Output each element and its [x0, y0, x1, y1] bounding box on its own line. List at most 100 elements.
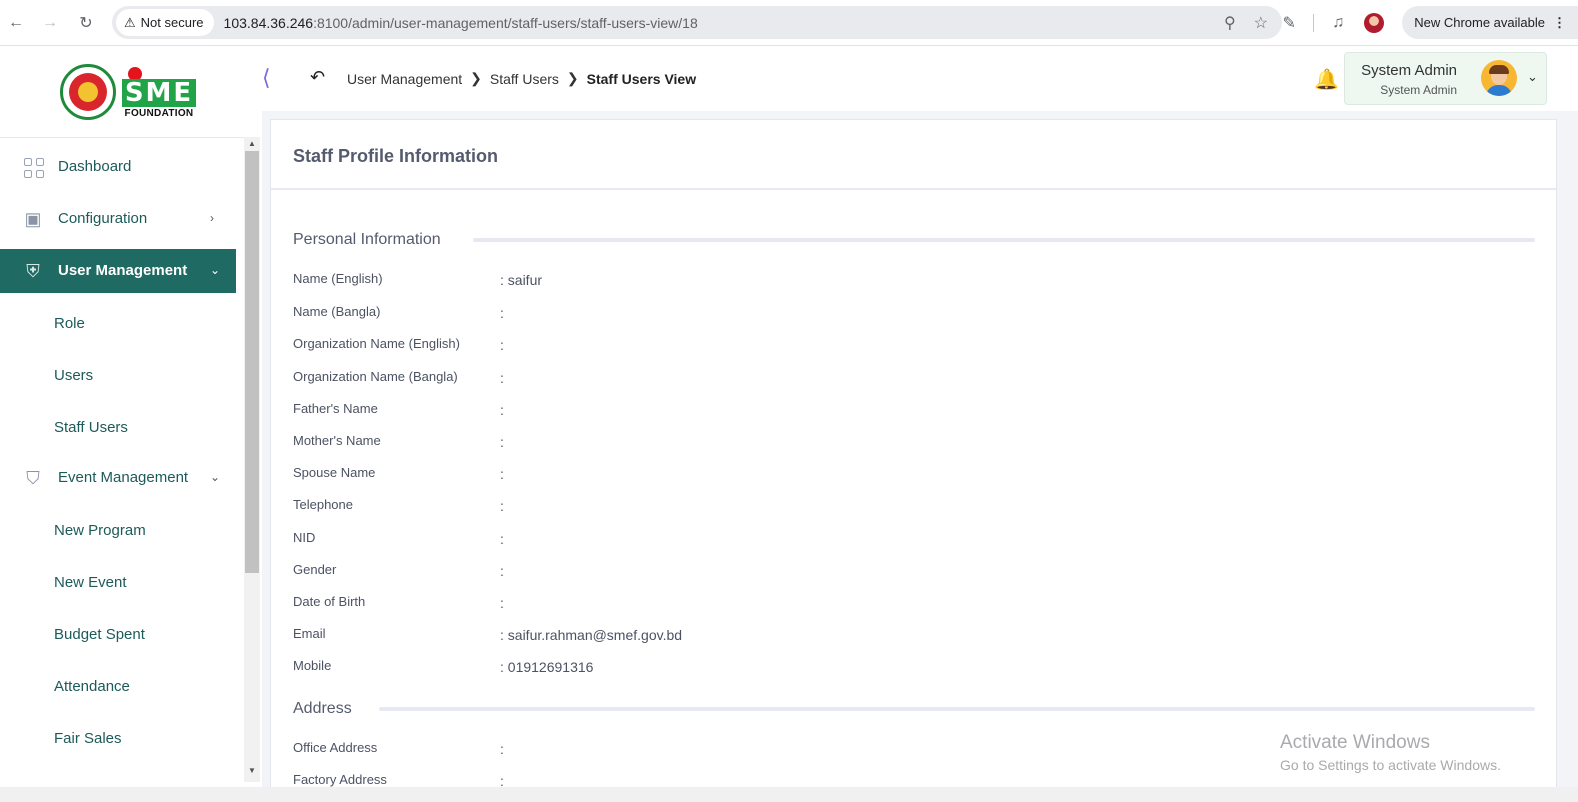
sidebar-subitem-users[interactable]: Users: [54, 367, 93, 384]
notification-bell-icon[interactable]: 🔔: [1314, 67, 1339, 92]
field-label-mobile: Mobile: [293, 658, 332, 673]
field-label-name-bangla: Name (Bangla): [293, 304, 381, 319]
field-value-email: : saifur.rahman@smef.gov.bd: [500, 627, 683, 643]
logo[interactable]: SME FOUNDATION: [60, 64, 196, 120]
field-value-org-name-bangla: :: [500, 370, 504, 386]
shield-icon: ⛨: [26, 261, 40, 281]
user-role: System Admin: [1380, 83, 1457, 97]
field-value-telephone: :: [500, 498, 504, 514]
logo-subtext: FOUNDATION: [124, 108, 194, 119]
field-label-office-address: Office Address: [293, 740, 378, 755]
sme-logo: SME FOUNDATION: [122, 67, 196, 119]
undo-back-icon[interactable]: ↶: [310, 67, 325, 88]
browser-toolbar: ← → ↻ ⚠ Not secure 103.84.36.246:8100/ad…: [0, 0, 1578, 46]
forward-arrow-icon[interactable]: →: [34, 7, 66, 39]
sidebar-subitem-new-event[interactable]: New Event: [54, 574, 127, 591]
collapse-sidebar-icon[interactable]: ⟨: [262, 65, 271, 91]
field-value-mothers-name: :: [500, 434, 504, 450]
extensions-icon[interactable]: ✎: [1271, 6, 1307, 39]
chevron-down-icon: ⌄: [210, 470, 221, 484]
breadcrumb-item-user-management[interactable]: User Management: [347, 71, 462, 87]
new-chrome-button[interactable]: New Chrome available ⋮: [1402, 6, 1578, 39]
media-control-icon[interactable]: ♫: [1320, 6, 1356, 39]
security-label: Not secure: [140, 15, 204, 30]
section-divider: [473, 238, 1535, 242]
new-chrome-label: New Chrome available: [1414, 15, 1545, 30]
sidebar-item-user-management[interactable]: ⛨ User Management ⌄: [0, 249, 236, 293]
field-label-fathers-name: Father's Name: [293, 401, 378, 416]
sidebar-subitem-staff-users[interactable]: Staff Users: [54, 419, 128, 436]
sidebar: Dashboard ▣ Configuration › ⛨ User Manag…: [0, 137, 260, 787]
field-label-nid: NID: [293, 530, 316, 545]
url-host: 103.84.36.246: [223, 14, 314, 31]
user-menu[interactable]: System Admin System Admin ⌄: [1344, 52, 1547, 105]
lock-icon: ⛉: [26, 468, 40, 488]
page-title: Staff Profile Information: [293, 146, 499, 166]
sidebar-item-label: Event Management: [58, 469, 189, 486]
horizontal-scrollbar[interactable]: [0, 787, 1578, 802]
field-value-nid: :: [500, 531, 504, 547]
field-label-factory-address: Factory Address: [293, 772, 387, 787]
scrollbar-thumb[interactable]: [245, 151, 259, 573]
sidebar-item-dashboard[interactable]: Dashboard: [0, 145, 236, 189]
field-value-gender: :: [500, 563, 504, 579]
chevron-right-icon: ❯: [470, 70, 482, 86]
kebab-menu-icon[interactable]: ⋮: [1553, 15, 1566, 31]
chevron-right-icon: ›: [210, 211, 214, 225]
app-header: SME FOUNDATION ⟨ ↶ User Management ❯ Sta…: [0, 47, 1578, 120]
field-value-name-english: : saifur: [500, 272, 543, 288]
field-value-name-bangla: :: [500, 305, 504, 321]
field-label-date-of-birth: Date of Birth: [293, 594, 366, 609]
chevron-down-icon: ⌄: [210, 263, 221, 277]
field-value-org-name-english: :: [500, 337, 504, 353]
field-label-telephone: Telephone: [293, 497, 353, 512]
sidebar-item-label: Dashboard: [58, 158, 132, 175]
field-value-mobile: : 01912691316: [500, 659, 594, 675]
government-seal-icon: [60, 64, 116, 120]
back-arrow-icon[interactable]: ←: [0, 7, 32, 39]
avatar: [1481, 60, 1517, 96]
zoom-icon[interactable]: ⚲: [1224, 13, 1236, 33]
profile-card: Staff Profile Information Personal Infor…: [270, 119, 1557, 789]
security-chip[interactable]: ⚠ Not secure: [116, 9, 214, 36]
sidebar-subitem-attendance[interactable]: Attendance: [54, 678, 130, 695]
chevron-down-icon[interactable]: ⌄: [1527, 69, 1538, 85]
address-bar[interactable]: ⚠ Not secure 103.84.36.246:8100/admin/us…: [112, 6, 1282, 39]
breadcrumb-item-staff-users[interactable]: Staff Users: [490, 71, 559, 87]
reload-icon[interactable]: ↻: [70, 7, 102, 39]
sidebar-subitem-fair-sales[interactable]: Fair Sales: [54, 730, 122, 747]
user-name: System Admin: [1361, 62, 1457, 79]
breadcrumb-current: Staff Users View: [586, 70, 697, 87]
field-label-gender: Gender: [293, 562, 337, 577]
profile-icon[interactable]: [1356, 6, 1392, 39]
activate-windows-title: Activate Windows: [1280, 732, 1430, 753]
sidebar-item-event-management[interactable]: ⛉ Event Management ⌄: [0, 456, 236, 500]
field-value-date-of-birth: :: [500, 595, 504, 611]
field-value-spouse-name: :: [500, 466, 504, 482]
field-label-org-name-bangla: Organization Name (Bangla): [293, 369, 458, 384]
field-label-name-english: Name (English): [293, 271, 383, 286]
star-icon[interactable]: ☆: [1254, 13, 1268, 33]
section-divider: [379, 707, 1535, 711]
sidebar-item-label: Configuration: [58, 210, 148, 227]
scroll-up-arrow-icon[interactable]: ▲: [248, 139, 256, 148]
field-label-mothers-name: Mother's Name: [293, 433, 381, 448]
field-value-fathers-name: :: [500, 402, 504, 418]
logo-text: SME: [122, 79, 196, 107]
card-header: Staff Profile Information: [271, 120, 1556, 190]
sidebar-subitem-budget-spent[interactable]: Budget Spent: [54, 626, 145, 643]
activate-windows-subtitle: Go to Settings to activate Windows.: [1280, 757, 1501, 773]
sidebar-item-configuration[interactable]: ▣ Configuration ›: [0, 197, 236, 241]
field-label-org-name-english: Organization Name (English): [293, 336, 460, 351]
toolbar-divider: [1313, 13, 1315, 32]
field-value-office-address: :: [500, 741, 504, 757]
url-text[interactable]: 103.84.36.246:8100/admin/user-management…: [224, 15, 698, 31]
sidebar-scrollbar[interactable]: ▲ ▼: [244, 137, 260, 782]
sidebar-subitem-new-program[interactable]: New Program: [54, 522, 146, 539]
address-heading: Address: [293, 700, 352, 717]
sidebar-subitem-role[interactable]: Role: [54, 315, 85, 332]
scroll-down-arrow-icon[interactable]: ▼: [248, 766, 256, 775]
chevron-right-icon: ❯: [566, 70, 579, 86]
breadcrumb: User Management ❯ Staff Users ❯ Staff Us…: [347, 70, 696, 87]
grid-icon: [24, 158, 44, 178]
